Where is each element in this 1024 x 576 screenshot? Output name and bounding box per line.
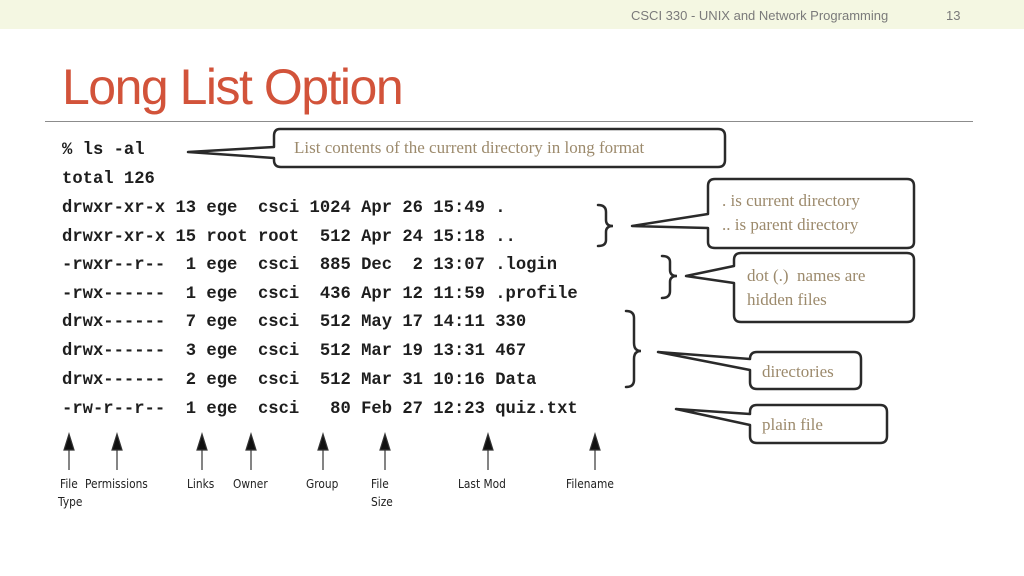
label-links: Links (187, 476, 215, 491)
label-permissions: Permissions (85, 476, 148, 491)
arrow-file-size (379, 431, 391, 470)
annotation-overlay (63, 127, 916, 470)
label-file-type-line1: File (60, 476, 78, 491)
label-group: Group (306, 476, 339, 491)
arrow-file-type (63, 431, 75, 470)
label-last-mod: Last Mod (458, 476, 506, 491)
dot-callout-line1: . is current directory (722, 191, 860, 210)
arrow-permissions (111, 431, 123, 470)
hidden-callout-line1: dot (.) names are (747, 266, 866, 285)
label-filename: Filename (566, 476, 614, 491)
brace-hidden-files (660, 254, 678, 300)
arrow-last-mod (482, 431, 494, 470)
brace-directories (624, 309, 642, 389)
arrow-owner (245, 431, 257, 470)
label-owner: Owner (233, 476, 268, 491)
arrow-filename (589, 431, 601, 470)
directories-callout-text: directories (762, 362, 834, 381)
hidden-callout-line2: hidden files (747, 290, 827, 309)
label-file-type-line2: Type (58, 494, 83, 509)
dot-callout-line2: .. is parent directory (722, 215, 859, 234)
brace-dot-entries (596, 203, 614, 248)
arrow-group (317, 431, 329, 470)
label-file-size-line1: File (371, 476, 389, 491)
label-file-size-line2: Size (371, 494, 393, 509)
command-callout-text: List contents of the current directory i… (294, 138, 645, 157)
arrow-links (196, 431, 208, 470)
plain-file-callout-text: plain file (762, 415, 823, 434)
